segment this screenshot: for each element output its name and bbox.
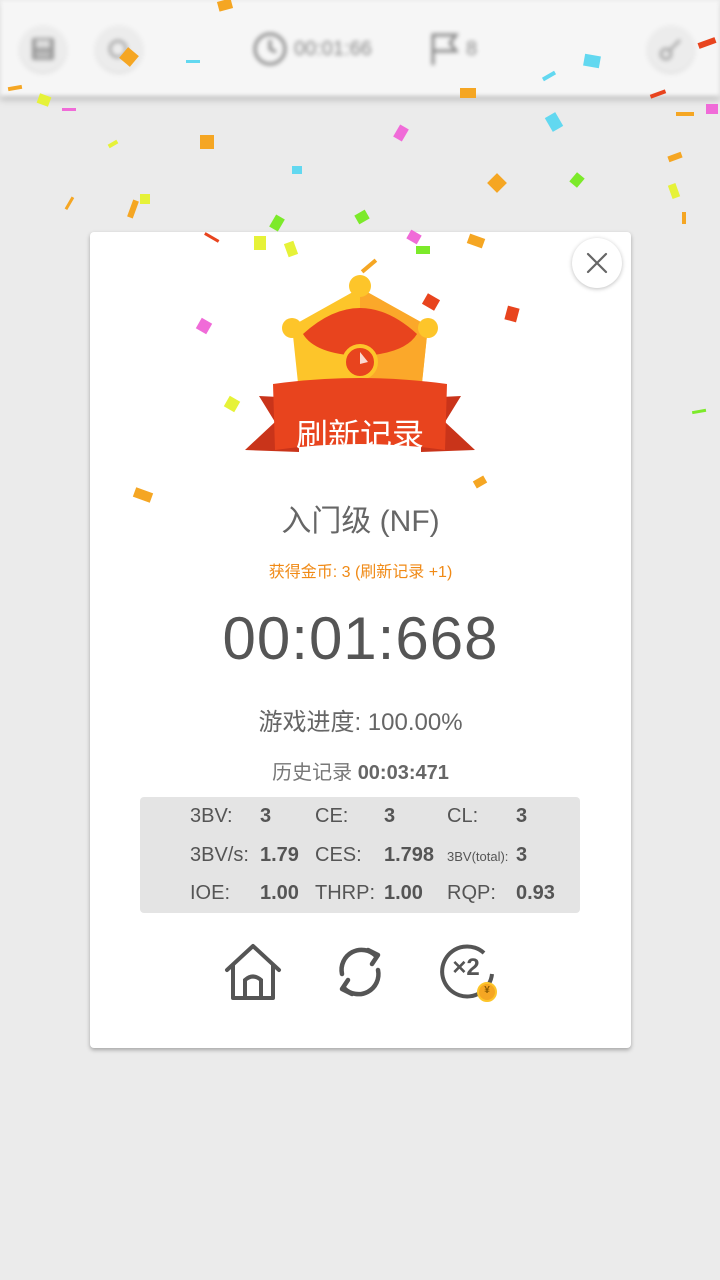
history-value: 00:03:471 <box>357 762 449 784</box>
stat-label-3bv: 3BV: <box>190 805 233 827</box>
stat-value-3bv-total: 3 <box>516 844 528 866</box>
stat-label-ces: CES: <box>315 844 362 866</box>
new-record-banner: 刷新记录 <box>295 416 424 454</box>
stat-value-ce: 3 <box>384 805 396 827</box>
save-button[interactable] <box>20 26 66 72</box>
toolbar-timer-text: 00:01:66 <box>294 37 372 60</box>
progress-label: 游戏进度: <box>258 709 362 736</box>
stat-value-ces: 1.798 <box>384 844 435 866</box>
game-progress: 游戏进度: 100.00% <box>90 702 631 737</box>
restart-button[interactable] <box>328 940 392 1004</box>
action-bar: ×2 ¥ <box>90 940 631 1004</box>
flag-icon <box>431 33 459 65</box>
history-label: 历史记录 <box>272 762 353 784</box>
stat-label-3bvs: 3BV/s: <box>190 844 249 866</box>
new-record-crown: 刷新记录 <box>235 272 485 472</box>
stat-value-3bvs: 1.79 <box>260 844 299 866</box>
toolbar-flags: 8 <box>428 30 477 68</box>
home-icon <box>225 944 281 1000</box>
toolbar-timer: 00:01:66 <box>252 30 372 68</box>
stat-value-cl: 3 <box>516 805 528 827</box>
stats-panel: 3BV: 3 CE: 3 CL: 3 3BV/s: 1.79 CES: 1.79… <box>140 797 580 913</box>
stat-label-cl: CL: <box>447 805 479 827</box>
finish-time: 00:01:668 <box>222 605 499 672</box>
gift-icon <box>108 39 128 59</box>
difficulty-level: 入门级 (NF) <box>281 505 440 538</box>
stat-label-thrp: THRP: <box>315 882 375 904</box>
save-icon <box>32 38 54 60</box>
history-record: 历史记录 00:03:471 <box>90 756 631 785</box>
skin-button[interactable] <box>96 26 142 72</box>
stat-label-rqp: RQP: <box>447 882 496 904</box>
stat-value-ioe: 1.00 <box>260 882 299 904</box>
stat-value-3bv: 3 <box>260 805 272 827</box>
coin-symbol: ¥ <box>484 985 490 996</box>
clock-icon <box>253 32 287 66</box>
stat-value-rqp: 0.93 <box>516 882 555 904</box>
stat-label-ioe: IOE: <box>190 882 231 904</box>
progress-value: 100.00% <box>367 709 463 736</box>
double-coins-button[interactable]: ×2 ¥ <box>436 940 500 1004</box>
home-button[interactable] <box>221 940 285 1004</box>
coins-earned: 获得金币: 3 (刷新记录 +1) <box>268 564 453 581</box>
stat-value-thrp: 1.00 <box>384 882 423 904</box>
stat-label-ce: CE: <box>315 805 349 827</box>
result-dialog: 刷新记录 入门级 (NF) 获得金币: 3 (刷新记录 +1) 00:01:66… <box>90 232 631 1048</box>
toolbar-flag-count: 8 <box>466 37 478 60</box>
stat-label-3bv-total: 3BV(total): <box>447 849 509 864</box>
screen: 00:01:66 8 刷新记录 入门级 (NF) 获得金币: 3 (刷新记录 +… <box>0 0 720 1280</box>
double-badge-text: ×2 <box>452 954 480 981</box>
key-icon <box>659 38 682 61</box>
close-icon <box>586 252 608 274</box>
settings-button[interactable] <box>648 26 694 72</box>
close-button[interactable] <box>572 238 622 288</box>
refresh-icon <box>339 947 381 997</box>
game-toolbar: 00:01:66 8 <box>0 0 720 96</box>
